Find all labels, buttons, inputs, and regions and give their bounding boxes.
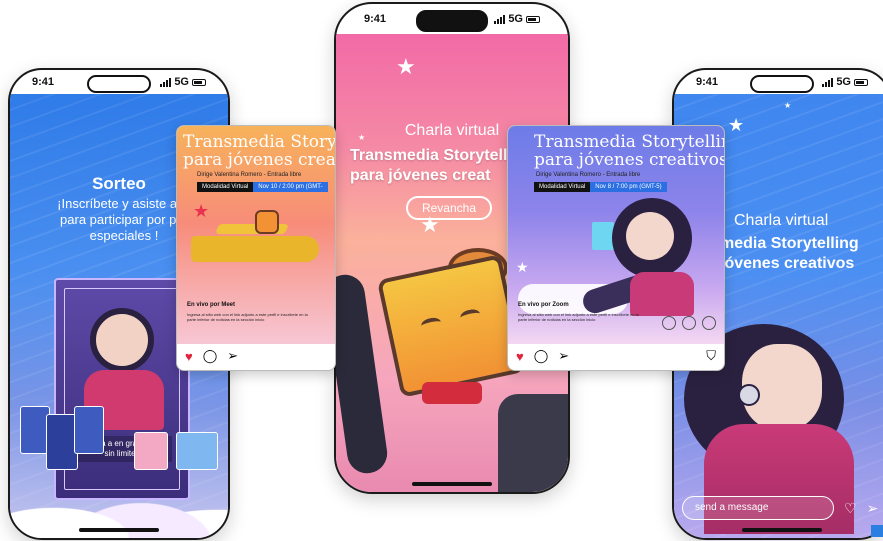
- post-title-line1: Transmedia Storytelling: [534, 132, 725, 152]
- star-icon: ★: [728, 115, 745, 135]
- send-icon[interactable]: ➢: [867, 500, 879, 517]
- post-actions: ♥ ◯ ➢ ⛉: [516, 348, 716, 364]
- story-heading: media Storytelling jóvenes creativos: [720, 235, 859, 272]
- home-indicator: [79, 528, 159, 532]
- status-bar: 9:41 5G: [674, 70, 883, 94]
- sponsor-logos: [662, 316, 716, 330]
- share-icon[interactable]: ➢: [558, 348, 569, 364]
- home-indicator: [412, 482, 492, 486]
- comment-icon[interactable]: ◯: [534, 348, 549, 364]
- heart-icon[interactable]: ♥: [185, 349, 193, 364]
- network-label: 5G: [174, 76, 189, 88]
- pilot-character: [255, 210, 279, 234]
- prize-card-3: [74, 406, 104, 454]
- star-icon: ★: [193, 201, 210, 221]
- character-coat: [630, 272, 694, 316]
- post-title-line2: para jóvenes creativos: [534, 150, 725, 170]
- character-face: [626, 212, 674, 260]
- microphone-illustration: [738, 384, 760, 406]
- robot-eye: [459, 307, 482, 324]
- story-subtitle: Charla virtual: [734, 212, 829, 229]
- poster-character: [90, 308, 154, 372]
- heart-outline-icon[interactable]: ♡: [844, 500, 857, 517]
- send-message-input[interactable]: send a message: [682, 496, 834, 520]
- date-pill: Nov 8 / 7:00 pm (GMT-5): [590, 182, 667, 192]
- post-host: Dirige Valentina Romero - Entrada libre: [197, 172, 302, 178]
- corner-badge: [871, 525, 883, 537]
- paper-illustration: [592, 222, 614, 250]
- post-artwork: Transmedia Story para jóvenes creat Diri…: [177, 126, 335, 344]
- status-bar: 9:41 5G: [336, 4, 568, 34]
- star-icon: ★: [396, 54, 416, 79]
- plane-illustration: [191, 236, 319, 262]
- live-description: Ingresa al sitio web con el link adjunto…: [518, 312, 639, 322]
- character-scarf: [422, 382, 482, 404]
- status-time: 9:41: [696, 76, 719, 88]
- battery-icon: [192, 78, 206, 86]
- battery-icon: [854, 78, 868, 86]
- rematch-button[interactable]: Revancha: [406, 196, 492, 220]
- status-icons: 5G: [494, 13, 540, 25]
- post-schedule: Modalidad Virtual Nov 8 / 7:00 pm (GMT-5…: [534, 182, 667, 192]
- share-icon[interactable]: ➢: [227, 348, 238, 364]
- mode-pill: Modalidad Virtual: [534, 182, 591, 192]
- post-schedule: Modalidad Virtual Nov 10 / 2:00 pm (GMT-: [197, 182, 328, 192]
- status-bar: 9:41 5G: [10, 70, 228, 94]
- sponsor-logo: [702, 316, 716, 330]
- status-icons: 5G: [160, 76, 206, 88]
- signal-icon: [494, 14, 506, 24]
- battery-icon: [526, 15, 540, 23]
- message-bar: send a message ♡ ➢: [682, 496, 878, 520]
- robot-eye: [420, 316, 443, 333]
- live-label: En vivo por Meet: [187, 302, 236, 308]
- status-icons: 5G: [822, 76, 868, 88]
- signal-icon: [160, 77, 172, 87]
- prize-card-5: [176, 432, 218, 470]
- character-body: [498, 394, 568, 492]
- instagram-post-meet[interactable]: Transmedia Story para jóvenes creat Diri…: [176, 125, 336, 371]
- network-label: 5G: [508, 13, 523, 25]
- heart-icon[interactable]: ♥: [516, 349, 524, 364]
- post-host: Dirige Valentina Romero - Entrada libre: [536, 172, 641, 178]
- mockup-stage: 9:41 5G Sorteo ¡Inscríbete y asiste al e…: [0, 0, 883, 541]
- status-time: 9:41: [364, 13, 387, 25]
- post-title-line2: para jóvenes creat: [183, 150, 336, 170]
- status-time: 9:41: [32, 76, 55, 88]
- star-icon: ★: [516, 259, 529, 275]
- comment-icon[interactable]: ◯: [203, 348, 218, 364]
- robot-character: [376, 254, 526, 398]
- post-title-line1: Transmedia Story: [183, 132, 336, 152]
- sponsor-logo: [662, 316, 676, 330]
- star-icon: ★: [784, 101, 792, 110]
- network-label: 5G: [836, 76, 851, 88]
- live-label: En vivo por Zoom: [518, 302, 569, 308]
- post-artwork: Transmedia Storytelling para jóvenes cre…: [508, 126, 724, 344]
- post-actions: ♥ ◯ ➢: [185, 348, 327, 364]
- story-heading: Transmedia Storytelling para jóvenes cre…: [350, 147, 532, 184]
- mode-pill: Modalidad Virtual: [197, 182, 254, 192]
- sponsor-logo: [682, 316, 696, 330]
- prize-card-4: [134, 432, 168, 470]
- signal-icon: [822, 77, 834, 87]
- instagram-post-zoom[interactable]: Transmedia Storytelling para jóvenes cre…: [507, 125, 725, 371]
- date-pill: Nov 10 / 2:00 pm (GMT-: [253, 182, 328, 192]
- live-description: Ingresa al sitio web con el link adjunto…: [187, 312, 308, 322]
- home-indicator: [742, 528, 822, 532]
- bookmark-icon[interactable]: ⛉: [706, 348, 716, 364]
